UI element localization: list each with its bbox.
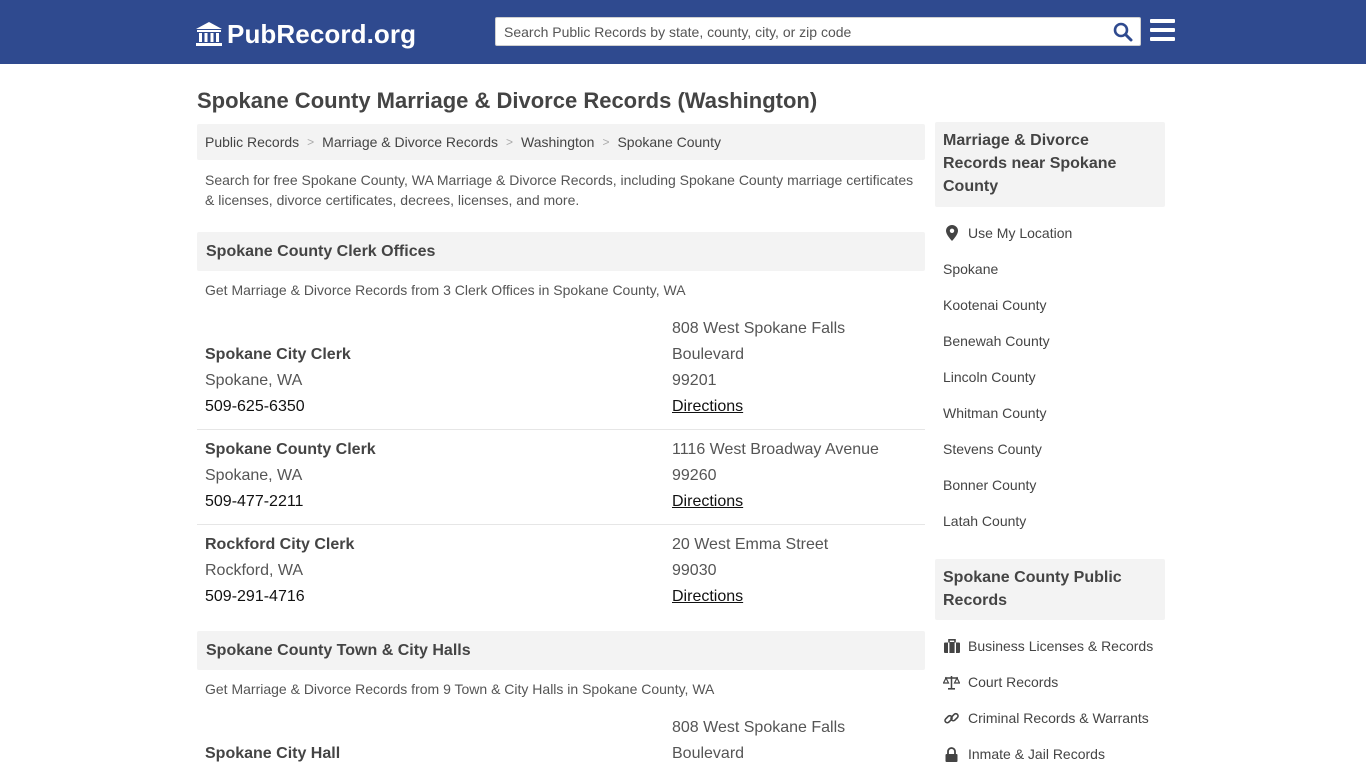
office-phone[interactable]: 509-625-6350	[205, 394, 351, 420]
breadcrumb-spokane-county[interactable]: Spokane County	[617, 134, 721, 150]
nearby-link-whitman[interactable]: Whitman County	[943, 395, 1165, 431]
use-my-location-label: Use My Location	[968, 225, 1073, 241]
office-zip: 99260	[672, 467, 717, 484]
nearby-link-bonner[interactable]: Bonner County	[943, 467, 1165, 503]
top-navbar: PubRecord.org	[0, 0, 1366, 64]
scales-icon	[943, 674, 960, 691]
logo-text: PubRecord.org	[227, 18, 417, 49]
directions-link[interactable]: Directions	[672, 398, 743, 415]
search-box	[495, 17, 1141, 46]
office-name[interactable]: Spokane City Clerk	[205, 342, 351, 368]
nearby-list: Use My Location Spokane Kootenai County …	[943, 215, 1165, 539]
nearby-records-heading: Marriage & Divorce Records near Spokane …	[935, 122, 1165, 207]
office-name[interactable]: Spokane City Hall	[205, 741, 340, 767]
public-records-list: Business Licenses & Records Court Record…	[943, 628, 1165, 772]
public-records-heading: Spokane County Public Records	[935, 559, 1165, 620]
city-halls-heading: Spokane County Town & City Halls	[197, 631, 925, 670]
office-zip: 99201	[672, 372, 717, 389]
directions-link[interactable]: Directions	[672, 588, 743, 605]
nearby-link-kootenai[interactable]: Kootenai County	[943, 287, 1165, 323]
menu-bar	[1150, 19, 1175, 23]
business-licenses-label: Business Licenses & Records	[968, 638, 1154, 654]
nearby-link-stevens[interactable]: Stevens County	[943, 431, 1165, 467]
link-icon	[943, 710, 960, 727]
criminal-records-label: Criminal Records & Warrants	[968, 710, 1149, 726]
criminal-records-link[interactable]: Criminal Records & Warrants	[943, 700, 1165, 736]
office-name[interactable]: Rockford City Clerk	[205, 532, 354, 558]
court-records-label: Court Records	[968, 674, 1059, 690]
office-address: 1116 West Broadway Avenue	[672, 441, 879, 458]
directions-link[interactable]: Directions	[672, 493, 743, 510]
menu-bar	[1150, 37, 1175, 41]
office-phone[interactable]: 509-291-4716	[205, 584, 354, 610]
intro-text: Search for free Spokane County, WA Marri…	[205, 172, 914, 208]
nearby-link-benewah[interactable]: Benewah County	[943, 323, 1165, 359]
office-location: Spokane, WA	[205, 372, 303, 389]
use-my-location-link[interactable]: Use My Location	[943, 215, 1165, 251]
map-marker-icon	[943, 225, 960, 242]
nearby-link-lincoln[interactable]: Lincoln County	[943, 359, 1165, 395]
breadcrumb: Public Records > Marriage & Divorce Reco…	[197, 124, 925, 160]
nearby-link-spokane[interactable]: Spokane	[943, 251, 1165, 287]
lock-icon	[943, 746, 960, 763]
breadcrumb-separator: >	[307, 135, 315, 149]
breadcrumb-public-records[interactable]: Public Records	[205, 134, 299, 150]
office-address: 20 West Emma Street	[672, 536, 829, 553]
office-address: Boulevard	[672, 745, 745, 762]
city-halls-subtitle: Get Marriage & Divorce Records from 9 To…	[205, 681, 715, 697]
office-location: Spokane, WA	[205, 467, 303, 484]
breadcrumb-washington[interactable]: Washington	[521, 134, 594, 150]
clerk-offices-subtitle: Get Marriage & Divorce Records from 3 Cl…	[205, 282, 686, 298]
search-input[interactable]	[496, 18, 1106, 45]
office-name[interactable]: Spokane County Clerk	[205, 437, 376, 463]
menu-bar	[1150, 28, 1175, 32]
clerk-offices-heading: Spokane County Clerk Offices	[197, 232, 925, 271]
business-licenses-link[interactable]: Business Licenses & Records	[943, 628, 1165, 664]
hamburger-menu-button[interactable]	[1150, 19, 1176, 43]
inmate-records-label: Inmate & Jail Records	[968, 746, 1105, 762]
site-logo[interactable]: PubRecord.org	[195, 17, 416, 51]
office-location: Rockford, WA	[205, 562, 304, 579]
office-address: Boulevard	[672, 346, 745, 363]
office-zip: 99030	[672, 562, 717, 579]
nearby-link-latah[interactable]: Latah County	[943, 503, 1165, 539]
court-records-link[interactable]: Court Records	[943, 664, 1165, 700]
office-address: 808 West Spokane Falls	[672, 719, 846, 736]
breadcrumb-separator: >	[602, 135, 610, 149]
inmate-records-link[interactable]: Inmate & Jail Records	[943, 736, 1165, 772]
page-title: Spokane County Marriage & Divorce Record…	[197, 88, 818, 113]
search-button[interactable]	[1112, 21, 1134, 43]
search-icon	[1113, 22, 1133, 42]
row-divider	[197, 429, 925, 430]
office-phone[interactable]: 509-477-2211	[205, 489, 376, 515]
breadcrumb-separator: >	[506, 135, 514, 149]
row-divider	[197, 524, 925, 525]
breadcrumb-marriage-divorce[interactable]: Marriage & Divorce Records	[322, 134, 498, 150]
briefcase-icon	[943, 638, 960, 655]
office-address: 808 West Spokane Falls	[672, 320, 846, 337]
courthouse-icon	[196, 22, 222, 46]
